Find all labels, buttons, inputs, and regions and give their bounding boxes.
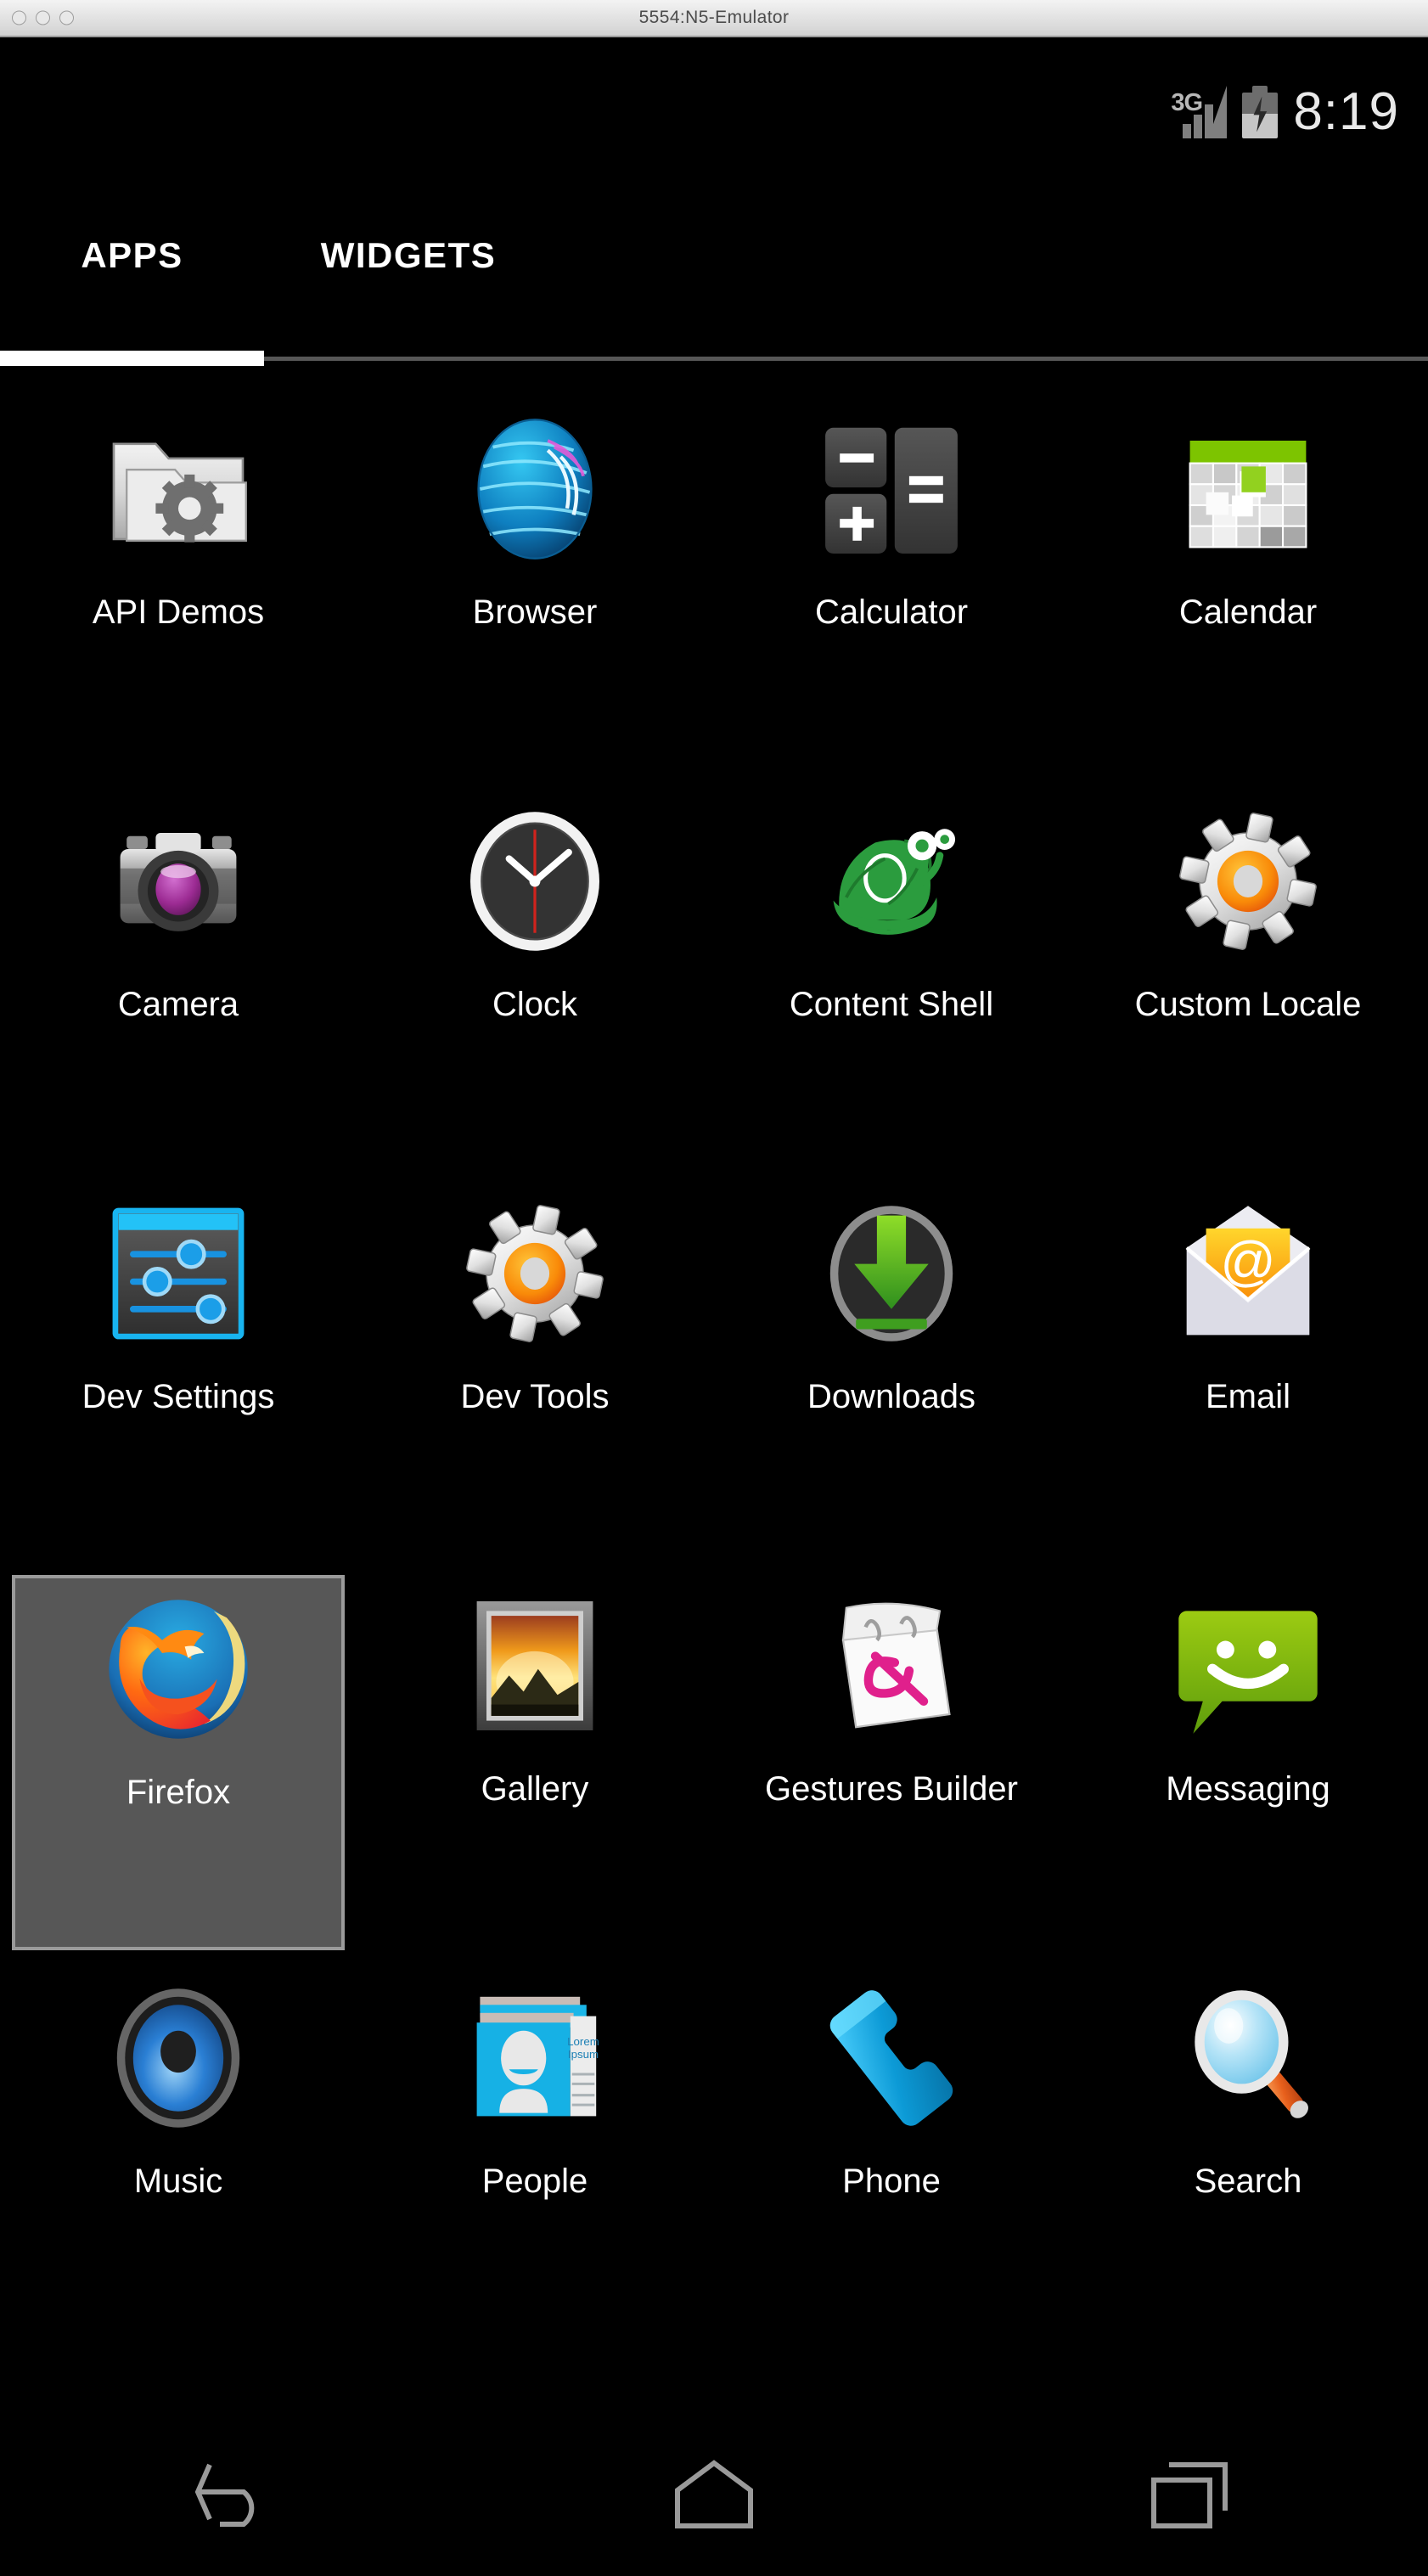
app-item-gallery[interactable]: Gallery: [357, 1566, 713, 1959]
firefox-icon: [98, 1589, 259, 1750]
app-item-downloads[interactable]: Downloads: [713, 1174, 1070, 1566]
signal-bar-1: [1183, 123, 1192, 138]
globe-icon: [454, 408, 616, 570]
app-item-search[interactable]: Search: [1070, 1959, 1426, 2351]
battery-charging-icon: [1242, 85, 1279, 138]
svg-text:Ipsum: Ipsum: [568, 2048, 599, 2061]
device-screen: 3G 8:19 APPS WIDGETS API Demos Browser C…: [0, 37, 1428, 2576]
photo-frame-icon: [454, 1585, 616, 1746]
status-icon-group: 3G 8:19: [1171, 82, 1399, 141]
gear-orange-icon: [1167, 801, 1329, 962]
back-icon: [195, 2463, 255, 2527]
app-item-calculator[interactable]: Calculator: [713, 390, 1070, 782]
status-bar-clock: 8:19: [1293, 82, 1399, 141]
app-label: People: [481, 2163, 588, 2200]
snail-icon: [811, 801, 972, 962]
tab-active-indicator: [0, 351, 264, 366]
analog-clock-icon: [454, 801, 616, 962]
app-item-people[interactable]: Lorem Ipsum People: [357, 1959, 713, 2351]
app-label: Calendar: [1178, 593, 1318, 631]
app-item-camera[interactable]: Camera: [0, 782, 357, 1174]
signal-bars-icon: 3G: [1171, 85, 1228, 138]
network-type-label: 3G: [1171, 88, 1203, 116]
app-item-browser[interactable]: Browser: [357, 390, 713, 782]
recents-icon: [1150, 2462, 1228, 2528]
signal-bar-2: [1194, 114, 1203, 138]
tab-widgets[interactable]: WIDGETS: [264, 186, 553, 380]
app-label: Calculator: [814, 593, 969, 631]
app-label: Camera: [117, 986, 239, 1023]
app-label: Clock: [492, 986, 578, 1023]
home-button[interactable]: [612, 2432, 816, 2559]
envelope-at-icon: @: [1167, 1193, 1329, 1354]
contact-card-icon: Lorem Ipsum: [454, 1977, 616, 2139]
tabbar-divider: [0, 377, 1428, 380]
app-label: Email: [1205, 1378, 1291, 1415]
svg-text:Lorem: Lorem: [567, 2035, 599, 2048]
app-item-dev-tools[interactable]: Dev Tools: [357, 1174, 713, 1566]
app-label: Downloads: [807, 1378, 975, 1415]
handset-icon: [811, 1977, 972, 2139]
signal-bar-4: [1208, 85, 1228, 138]
tab-apps-label: APPS: [81, 235, 183, 275]
app-label: Music: [133, 2163, 223, 2200]
notepad-gesture-icon: [811, 1585, 972, 1746]
app-grid: API Demos Browser Calculator Calendar Ca…: [0, 390, 1428, 2351]
app-label: Dev Tools: [460, 1378, 610, 1415]
app-item-content-shell[interactable]: Content Shell: [713, 782, 1070, 1174]
app-item-music[interactable]: Music: [0, 1959, 357, 2351]
app-label: Search: [1194, 2163, 1302, 2200]
app-item-custom-locale[interactable]: Custom Locale: [1070, 782, 1426, 1174]
home-icon: [674, 2460, 753, 2528]
tab-inactive-rule: [264, 357, 1428, 361]
window-title: 5554:N5-Emulator: [638, 8, 790, 27]
speech-smiley-icon: [1167, 1585, 1329, 1746]
calendar-grid-icon: [1167, 408, 1329, 570]
app-label: Gallery: [481, 1770, 589, 1808]
drawer-tabbar: APPS WIDGETS: [0, 186, 1428, 380]
app-item-calendar[interactable]: Calendar: [1070, 390, 1426, 782]
gear-orange-icon: [454, 1193, 616, 1354]
calculator-keys-icon: [811, 408, 972, 570]
app-item-phone[interactable]: Phone: [713, 1959, 1070, 2351]
camera-icon: [98, 801, 259, 962]
app-item-gestures-builder[interactable]: Gestures Builder: [713, 1566, 1070, 1959]
app-item-dev-settings[interactable]: Dev Settings: [0, 1174, 357, 1566]
app-label: Phone: [842, 2163, 941, 2200]
app-item-messaging[interactable]: Messaging: [1070, 1566, 1426, 1959]
app-item-clock[interactable]: Clock: [357, 782, 713, 1174]
app-label: Firefox: [126, 1774, 231, 1811]
download-arrow-icon: [811, 1193, 972, 1354]
app-label: Content Shell: [789, 986, 994, 1023]
sliders-icon: [98, 1193, 259, 1354]
back-button[interactable]: [136, 2432, 340, 2559]
magnifier-icon: [1167, 1977, 1329, 2139]
app-item-api-demos[interactable]: API Demos: [0, 390, 357, 782]
app-label: Gestures Builder: [765, 1770, 1018, 1808]
app-label: Custom Locale: [1134, 986, 1362, 1023]
recents-button[interactable]: [1088, 2432, 1292, 2559]
speaker-icon: [98, 1977, 259, 2139]
status-bar: 3G 8:19: [0, 37, 1428, 186]
app-item-email[interactable]: @ Email: [1070, 1174, 1426, 1566]
app-item-firefox[interactable]: Firefox: [12, 1575, 345, 1950]
system-navigation-bar: [0, 2415, 1428, 2576]
app-label: Browser: [472, 593, 598, 631]
folder-gear-icon: [98, 408, 259, 570]
tab-widgets-label: WIDGETS: [320, 235, 497, 275]
app-label: Messaging: [1166, 1770, 1330, 1808]
app-label: API Demos: [92, 593, 265, 631]
app-label: Dev Settings: [82, 1378, 275, 1415]
emulator-titlebar: 5554:N5-Emulator: [0, 0, 1428, 37]
